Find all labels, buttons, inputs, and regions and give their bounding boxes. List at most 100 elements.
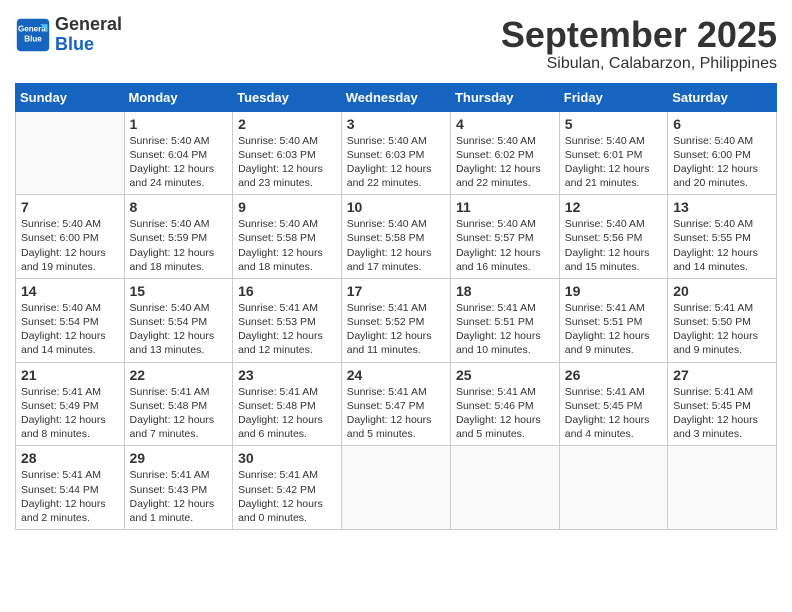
day-info: Sunrise: 5:40 AMSunset: 6:03 PMDaylight:… bbox=[238, 134, 336, 191]
day-of-week-header: Monday bbox=[124, 83, 233, 111]
day-number: 23 bbox=[238, 367, 336, 383]
calendar-cell: 6 Sunrise: 5:40 AMSunset: 6:00 PMDaylight… bbox=[668, 111, 777, 195]
day-number: 3 bbox=[347, 116, 445, 132]
day-of-week-header: Wednesday bbox=[341, 83, 450, 111]
calendar-cell: 20 Sunrise: 5:41 AMSunset: 5:50 PMDayligh… bbox=[668, 278, 777, 362]
day-number: 21 bbox=[21, 367, 119, 383]
day-number: 26 bbox=[565, 367, 662, 383]
day-of-week-header: Friday bbox=[559, 83, 667, 111]
day-info: Sunrise: 5:41 AMSunset: 5:47 PMDaylight:… bbox=[347, 385, 445, 442]
day-info: Sunrise: 5:41 AMSunset: 5:45 PMDaylight:… bbox=[673, 385, 771, 442]
day-number: 29 bbox=[130, 450, 228, 466]
day-info: Sunrise: 5:40 AMSunset: 6:00 PMDaylight:… bbox=[21, 217, 119, 274]
day-of-week-header: Tuesday bbox=[233, 83, 342, 111]
day-number: 8 bbox=[130, 199, 228, 215]
day-number: 7 bbox=[21, 199, 119, 215]
day-info: Sunrise: 5:40 AMSunset: 5:55 PMDaylight:… bbox=[673, 217, 771, 274]
day-number: 24 bbox=[347, 367, 445, 383]
calendar-cell: 12 Sunrise: 5:40 AMSunset: 5:56 PMDayligh… bbox=[559, 195, 667, 279]
calendar-cell: 30Sunrise: 5:41 AMSunset: 5:42 PMDayligh… bbox=[233, 446, 342, 530]
day-number: 14 bbox=[21, 283, 119, 299]
calendar-cell: 24 Sunrise: 5:41 AMSunset: 5:47 PMDayligh… bbox=[341, 362, 450, 446]
calendar-cell: 2 Sunrise: 5:40 AMSunset: 6:03 PMDaylight… bbox=[233, 111, 342, 195]
calendar-week-row: 21 Sunrise: 5:41 AMSunset: 5:49 PMDayligh… bbox=[16, 362, 777, 446]
calendar-cell: 27 Sunrise: 5:41 AMSunset: 5:45 PMDayligh… bbox=[668, 362, 777, 446]
day-number: 22 bbox=[130, 367, 228, 383]
day-number: 6 bbox=[673, 116, 771, 132]
calendar-cell: 5 Sunrise: 5:40 AMSunset: 6:01 PMDaylight… bbox=[559, 111, 667, 195]
day-info: Sunrise: 5:40 AMSunset: 6:02 PMDaylight:… bbox=[456, 134, 554, 191]
day-number: 25 bbox=[456, 367, 554, 383]
day-info: Sunrise: 5:41 AMSunset: 5:45 PMDaylight:… bbox=[565, 385, 662, 442]
day-info: Sunrise: 5:41 AMSunset: 5:46 PMDaylight:… bbox=[456, 385, 554, 442]
day-number: 13 bbox=[673, 199, 771, 215]
calendar-cell: 14Sunrise: 5:40 AMSunset: 5:54 PMDayligh… bbox=[16, 278, 125, 362]
month-title: September 2025 bbox=[501, 15, 777, 55]
day-number: 20 bbox=[673, 283, 771, 299]
day-number: 19 bbox=[565, 283, 662, 299]
day-number: 18 bbox=[456, 283, 554, 299]
calendar-week-row: 14 Sunrise: 5:40 AMSunset: 5:54 PMDayligh… bbox=[16, 278, 777, 362]
calendar-cell: 19 Sunrise: 5:41 AMSunset: 5:51 PMDayligh… bbox=[559, 278, 667, 362]
day-info: Sunrise: 5:41 AMSunset: 5:51 PMDaylight:… bbox=[565, 301, 662, 358]
calendar-cell: 21 Sunrise: 5:41 AMSunset: 5:49 PMDayligh… bbox=[16, 362, 125, 446]
calendar-cell: 13 Sunrise: 5:40 AMSunset: 5:55 PMDayligh… bbox=[668, 195, 777, 279]
day-number: 16 bbox=[238, 283, 336, 299]
calendar-cell: 26 Sunrise: 5:41 AMSunset: 5:45 PMDayligh… bbox=[559, 362, 667, 446]
calendar-table: SundayMondayTuesdayWednesdayThursdayFrid… bbox=[15, 83, 777, 530]
location-subtitle: Sibulan, Calabarzon, Philippines bbox=[501, 55, 777, 73]
day-number: 9 bbox=[238, 199, 336, 215]
day-info: Sunrise: 5:40 AMSunset: 6:00 PMDaylight:… bbox=[673, 134, 771, 191]
day-info: Sunrise: 5:40 AMSunset: 6:01 PMDaylight:… bbox=[565, 134, 662, 191]
calendar-cell: 15 Sunrise: 5:40 AMSunset: 5:54 PMDayligh… bbox=[124, 278, 233, 362]
day-info: Sunrise: 5:40 AMSunset: 5:56 PMDaylight:… bbox=[565, 217, 662, 274]
day-info: Sunrise: 5:41 AMSunset: 5:52 PMDaylight:… bbox=[347, 301, 445, 358]
day-info: Sunrise: 5:41 AMSunset: 5:44 PMDaylight:… bbox=[21, 468, 119, 525]
day-number: 10 bbox=[347, 199, 445, 215]
logo-icon: General Blue bbox=[15, 17, 51, 53]
calendar-cell: 8 Sunrise: 5:40 AMSunset: 5:59 PMDaylight… bbox=[124, 195, 233, 279]
calendar-cell: 18 Sunrise: 5:41 AMSunset: 5:51 PMDayligh… bbox=[450, 278, 559, 362]
logo-text-general: General bbox=[55, 14, 122, 34]
calendar-cell: 23 Sunrise: 5:41 AMSunset: 5:48 PMDayligh… bbox=[233, 362, 342, 446]
calendar-cell: 17Sunrise: 5:41 AMSunset: 5:52 PMDayligh… bbox=[341, 278, 450, 362]
day-info: Sunrise: 5:40 AMSunset: 6:03 PMDaylight:… bbox=[347, 134, 445, 191]
day-info: Sunrise: 5:41 AMSunset: 5:49 PMDaylight:… bbox=[21, 385, 119, 442]
day-number: 11 bbox=[456, 199, 554, 215]
day-number: 27 bbox=[673, 367, 771, 383]
day-info: Sunrise: 5:40 AMSunset: 5:59 PMDaylight:… bbox=[130, 217, 228, 274]
day-info: Sunrise: 5:40 AMSunset: 5:57 PMDaylight:… bbox=[456, 217, 554, 274]
day-info: Sunrise: 5:40 AMSunset: 5:54 PMDaylight:… bbox=[130, 301, 228, 358]
day-number: 28 bbox=[21, 450, 119, 466]
page-header: General Blue General Blue September 2025… bbox=[15, 15, 777, 73]
calendar-cell: 1 Sunrise: 5:40 AMSunset: 6:04 PMDaylight… bbox=[124, 111, 233, 195]
logo: General Blue General Blue bbox=[15, 15, 122, 55]
day-info: Sunrise: 5:40 AMSunset: 5:58 PMDaylight:… bbox=[238, 217, 336, 274]
day-info: Sunrise: 5:41 AMSunset: 5:50 PMDaylight:… bbox=[673, 301, 771, 358]
calendar-cell: 25 Sunrise: 5:41 AMSunset: 5:46 PMDayligh… bbox=[450, 362, 559, 446]
day-number: 12 bbox=[565, 199, 662, 215]
day-number: 15 bbox=[130, 283, 228, 299]
calendar-cell: 29Sunrise: 5:41 AMSunset: 5:43 PMDayligh… bbox=[124, 446, 233, 530]
day-number: 2 bbox=[238, 116, 336, 132]
day-info: Sunrise: 5:41 AMSunset: 5:48 PMDaylight:… bbox=[238, 385, 336, 442]
calendar-cell: 10Sunrise: 5:40 AMSunset: 5:58 PMDayligh… bbox=[341, 195, 450, 279]
calendar-cell bbox=[16, 111, 125, 195]
calendar-week-row: 7 Sunrise: 5:40 AMSunset: 6:00 PMDaylight… bbox=[16, 195, 777, 279]
day-number: 5 bbox=[565, 116, 662, 132]
day-number: 1 bbox=[130, 116, 228, 132]
calendar-cell: 9 Sunrise: 5:40 AMSunset: 5:58 PMDaylight… bbox=[233, 195, 342, 279]
calendar-header-row: SundayMondayTuesdayWednesdayThursdayFrid… bbox=[16, 83, 777, 111]
calendar-cell: 22Sunrise: 5:41 AMSunset: 5:48 PMDayligh… bbox=[124, 362, 233, 446]
day-info: Sunrise: 5:40 AMSunset: 6:04 PMDaylight:… bbox=[130, 134, 228, 191]
calendar-cell bbox=[450, 446, 559, 530]
calendar-cell: 16Sunrise: 5:41 AMSunset: 5:53 PMDayligh… bbox=[233, 278, 342, 362]
calendar-cell bbox=[559, 446, 667, 530]
day-of-week-header: Saturday bbox=[668, 83, 777, 111]
day-of-week-header: Thursday bbox=[450, 83, 559, 111]
calendar-cell: 7 Sunrise: 5:40 AMSunset: 6:00 PMDaylight… bbox=[16, 195, 125, 279]
calendar-week-row: 28 Sunrise: 5:41 AMSunset: 5:44 PMDayligh… bbox=[16, 446, 777, 530]
day-info: Sunrise: 5:41 AMSunset: 5:51 PMDaylight:… bbox=[456, 301, 554, 358]
logo-text-blue: Blue bbox=[55, 34, 94, 54]
calendar-cell bbox=[341, 446, 450, 530]
